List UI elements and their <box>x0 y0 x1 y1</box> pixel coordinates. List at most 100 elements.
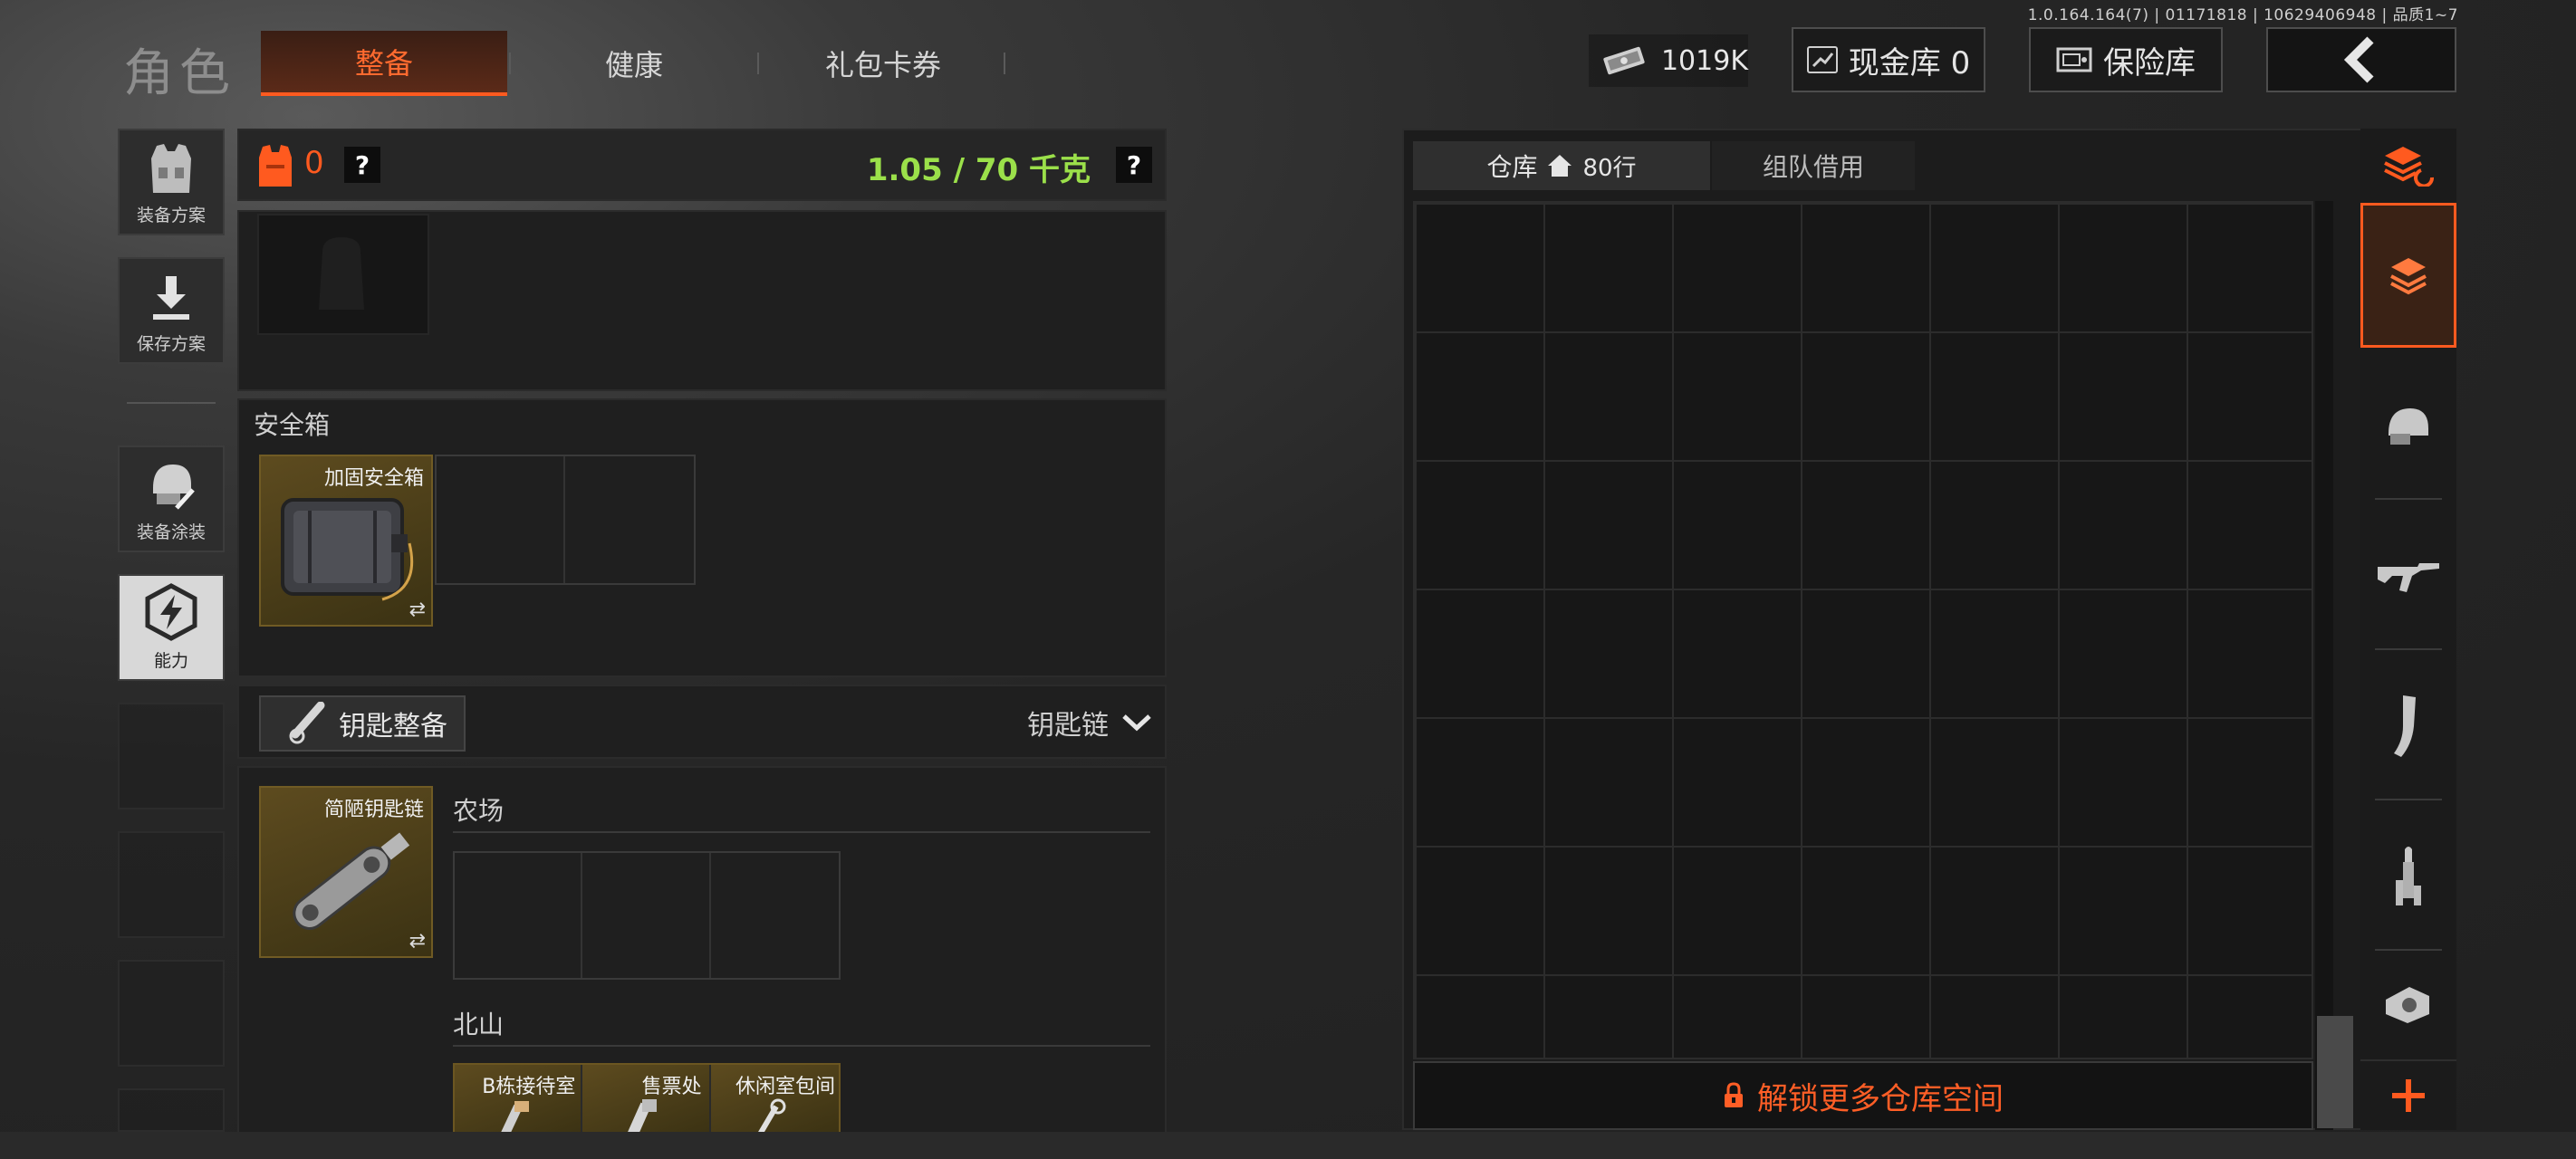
home-icon <box>1548 155 1572 177</box>
download-icon <box>153 276 189 320</box>
key-item[interactable]: 休闲室包间 <box>710 1065 839 1134</box>
warehouse-scroll-thumb[interactable] <box>2317 1016 2353 1128</box>
tab-warehouse[interactable]: 仓库 80行 <box>1413 141 1710 190</box>
plus-icon <box>2392 1079 2425 1112</box>
key-item[interactable]: 售票处 <box>582 1065 711 1134</box>
safebox-item-name: 加固安全箱 <box>323 467 424 490</box>
cash-vault-label: 现金库 0 <box>1848 44 1971 81</box>
category-divider <box>2375 498 2442 500</box>
unlock-storage-button[interactable]: 解锁更多仓库空间 <box>1413 1061 2313 1130</box>
page-title: 角色 <box>123 44 235 103</box>
safe-icon <box>2056 47 2092 72</box>
rifle-icon <box>2378 563 2439 592</box>
section-underline <box>453 1045 1150 1047</box>
category-magazine[interactable] <box>2360 654 2456 799</box>
keychain-dropdown[interactable]: 钥匙链 <box>1027 703 1152 742</box>
warehouse-tab-label: 仓库 <box>1486 152 1538 182</box>
add-category-button[interactable] <box>2360 1059 2456 1130</box>
chevron-down-icon <box>1122 714 1151 732</box>
sidebar-empty-slot <box>118 831 225 938</box>
map-section-title: 农场 <box>453 796 505 826</box>
key-slot[interactable] <box>711 853 839 978</box>
weight-help-button[interactable]: ? <box>1116 147 1152 183</box>
keychain-item-name: 简陋钥匙链 <box>323 799 424 821</box>
keychain-item[interactable]: 简陋钥匙链 ⇄ <box>259 786 433 958</box>
key-icon <box>756 1098 786 1134</box>
key-equip-button[interactable]: 钥匙整备 <box>259 695 466 752</box>
section-underline <box>453 831 1150 833</box>
sidebar-item-label: 装备方案 <box>136 206 206 225</box>
category-helmet[interactable] <box>2360 353 2456 498</box>
backpack-icon <box>319 237 364 310</box>
key-icon <box>500 1101 529 1134</box>
tab-health[interactable]: 健康 <box>525 31 743 96</box>
safebox-slot[interactable] <box>565 456 694 583</box>
swap-icon[interactable]: ⇄ <box>409 930 426 953</box>
sidebar-item-label: 装备涂装 <box>136 522 206 542</box>
tab-equip[interactable]: 整备 <box>261 31 507 96</box>
sort-stack-button[interactable] <box>2360 129 2456 201</box>
tab-divider <box>509 53 511 74</box>
tab-gift[interactable]: 礼包卡券 <box>779 31 987 96</box>
armor-help-button[interactable]: ? <box>344 147 380 183</box>
warehouse-scrollbar[interactable] <box>2315 201 2333 1130</box>
bottom-strip <box>0 1132 2576 1159</box>
safe-vault-button[interactable]: 保险库 <box>2029 27 2223 92</box>
money-display: 1019K <box>1589 34 1748 87</box>
safebox-slot[interactable] <box>437 456 565 583</box>
money-value: 1019K <box>1660 44 1748 77</box>
sidebar-item-ability[interactable]: 能力 <box>118 574 225 681</box>
map-section-title: 北山 <box>453 1010 505 1039</box>
cash-vault-button[interactable]: 现金库 0 <box>1792 27 1985 92</box>
helmet-brush-icon <box>153 465 195 510</box>
key-item-name: 休闲室包间 <box>735 1076 835 1098</box>
safe-vault-label: 保险库 <box>2103 44 2196 81</box>
farm-key-slots <box>453 851 841 980</box>
key-icon <box>627 1099 658 1134</box>
key-slot[interactable] <box>582 853 711 978</box>
category-weapon[interactable] <box>2360 503 2456 648</box>
safebox-slots <box>435 455 696 585</box>
sidebar-empty-slot <box>118 1088 225 1132</box>
category-ammo[interactable] <box>2360 804 2456 949</box>
safebox-item[interactable]: 加固安全箱 ⇄ <box>259 455 433 627</box>
safebox-panel: 安全箱 加固安全箱 ⇄ <box>237 398 1167 677</box>
back-button[interactable] <box>2266 27 2456 92</box>
sidebar-empty-slot <box>118 703 225 809</box>
key-item[interactable]: B栋接待室 <box>455 1065 583 1134</box>
backpack-panel <box>237 210 1167 391</box>
safebox-case-icon <box>281 498 414 601</box>
tab-team-borrow[interactable]: 组队借用 <box>1712 141 1915 190</box>
key-slot[interactable] <box>455 853 583 978</box>
category-all[interactable] <box>2360 203 2456 348</box>
sidebar-item-save-plan[interactable]: 保存方案 <box>118 257 225 364</box>
key-item-name: 售票处 <box>641 1076 702 1098</box>
tab-divider <box>757 53 759 74</box>
ability-icon <box>145 583 197 641</box>
warehouse-grid[interactable] <box>1413 201 2313 1059</box>
sidebar-item-loadout-plan[interactable]: 装备方案 <box>118 129 225 235</box>
armor-count: 0 <box>304 145 324 181</box>
armor-icon <box>259 145 292 187</box>
key-equip-label: 钥匙整备 <box>339 711 447 742</box>
category-attachment[interactable] <box>2360 954 2456 1054</box>
stack-refresh-icon <box>2384 147 2434 187</box>
key-item-name: B栋接待室 <box>482 1076 576 1098</box>
safebox-title: 安全箱 <box>254 410 331 440</box>
swap-icon[interactable]: ⇄ <box>409 599 426 621</box>
sidebar-empty-slot <box>118 960 225 1067</box>
weight-display: 1.05 / 70 千克 <box>866 152 1091 188</box>
warehouse-rows: 80行 <box>1582 154 1637 182</box>
helmet-icon <box>2389 408 2428 445</box>
version-info: 1.0.164.164(7) | 01171818 | 10629406948 … <box>2027 6 2458 24</box>
keys-header: 钥匙整备 钥匙链 <box>237 685 1167 759</box>
cash-icon <box>1603 46 1645 75</box>
lock-icon <box>1725 1082 1743 1107</box>
magazine-icon <box>2394 695 2416 757</box>
category-divider <box>2375 949 2442 951</box>
chevron-left-icon <box>2343 36 2374 83</box>
backpack-slot[interactable] <box>257 214 429 335</box>
sidebar-item-skin[interactable]: 装备涂装 <box>118 445 225 552</box>
sidebar-item-label: 能力 <box>153 651 188 671</box>
keychain-dropdown-label: 钥匙链 <box>1027 710 1109 742</box>
